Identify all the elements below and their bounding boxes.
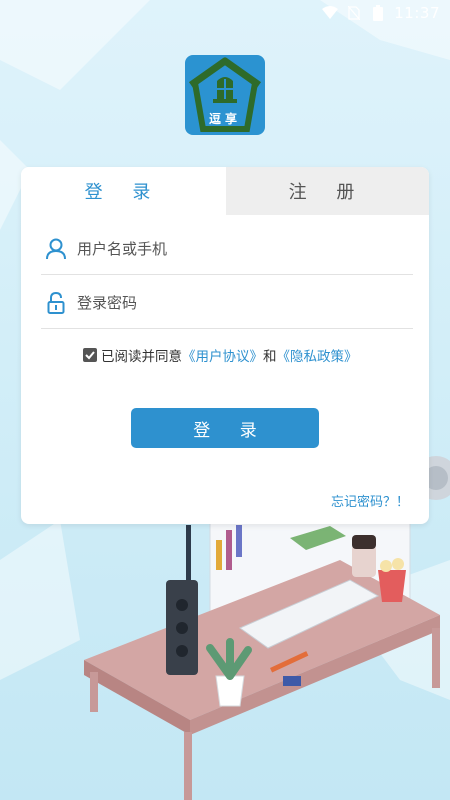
- logo-text: 逗享: [208, 112, 241, 126]
- password-field[interactable]: 登录密码: [41, 277, 413, 329]
- tab-register[interactable]: 注 册: [226, 167, 429, 215]
- agreement-checkbox[interactable]: [83, 348, 97, 362]
- user-icon: [41, 234, 71, 264]
- login-button[interactable]: 登 录: [131, 408, 319, 448]
- forgot-password-link[interactable]: 忘记密码？！: [331, 491, 409, 510]
- agreement-text: 已阅读并同意: [101, 349, 182, 365]
- tab-login[interactable]: 登 录: [21, 167, 226, 215]
- privacy-policy-link[interactable]: 《隐私政策》: [277, 345, 358, 365]
- agreement-row: 已阅读并同意 《用户协议》 和 《隐私政策》: [83, 345, 358, 365]
- username-placeholder: 用户名或手机: [77, 240, 168, 258]
- lock-icon: [41, 288, 71, 318]
- login-card: 登 录 注 册 用户名或手机 登录密码 已阅读并同意 《用户协议》 和 《隐私政…: [21, 167, 429, 524]
- agreement-joiner: 和: [263, 349, 277, 365]
- status-time: 11:37: [394, 4, 440, 22]
- app-logo: 逗享: [185, 55, 265, 135]
- password-placeholder: 登录密码: [77, 294, 138, 312]
- status-bar: 11:37: [0, 0, 450, 26]
- battery-icon: [370, 5, 386, 21]
- username-field[interactable]: 用户名或手机: [41, 223, 413, 275]
- auth-tabs: 登 录 注 册: [21, 167, 429, 215]
- user-agreement-link[interactable]: 《用户协议》: [182, 345, 263, 365]
- no-sim-icon: [346, 5, 362, 21]
- wifi-icon: [322, 5, 339, 21]
